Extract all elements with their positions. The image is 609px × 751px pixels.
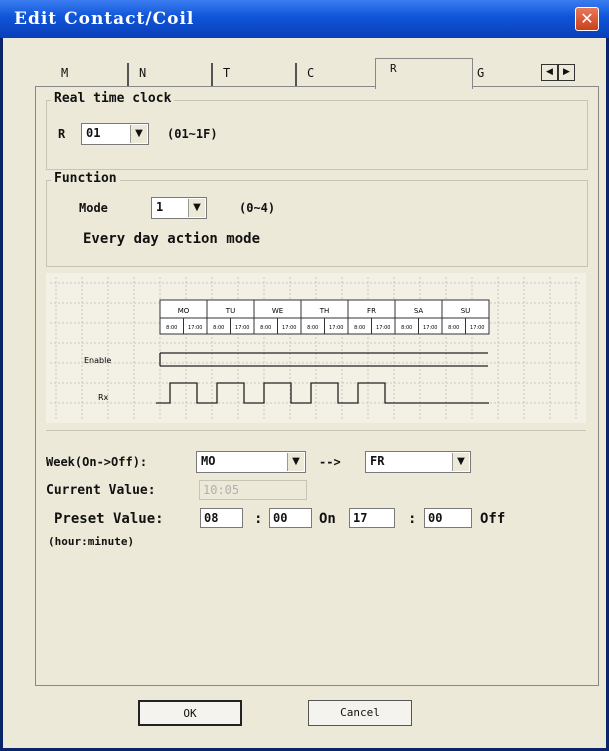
- chevron-down-icon[interactable]: ▼: [452, 453, 469, 471]
- enable-label: Enable: [84, 356, 111, 365]
- time-label: 17:00: [329, 325, 343, 331]
- function-group: Function Mode 1 ▼ (0~4) Every day action…: [46, 171, 588, 267]
- mode-description: Every day action mode: [83, 231, 261, 247]
- preset-on-label: On: [319, 511, 336, 527]
- function-group-label: Function: [51, 171, 120, 186]
- time-label: 8:00: [354, 325, 365, 331]
- time-label: 17:00: [376, 325, 390, 331]
- current-value-label: Current Value:: [46, 483, 156, 498]
- diagram-grid: [50, 277, 582, 419]
- week-from-select[interactable]: MO ▼: [196, 451, 306, 473]
- week-label: Week(On->Off):: [46, 455, 148, 469]
- day-header: MO 8:00 17:00 TU 8:00 17:00 WE 8:00 17:00 TH 8:00 1…: [159, 299, 490, 335]
- week-arrow: -->: [319, 455, 341, 469]
- time-label: 8:00: [307, 325, 318, 331]
- tab-t[interactable]: T: [211, 63, 299, 86]
- time-label: 17:00: [282, 325, 296, 331]
- tab-scroll-right-icon[interactable]: ▶: [558, 64, 575, 81]
- preset-off-colon: :: [408, 511, 417, 527]
- dialog-client: M N T C R G ◀ ▶ Real time clock R 01 ▼ (…: [3, 38, 606, 748]
- time-label: 8:00: [448, 325, 459, 331]
- time-label: 8:00: [401, 325, 412, 331]
- mode-select[interactable]: 1 ▼: [151, 197, 207, 219]
- tab-r[interactable]: R: [375, 58, 473, 89]
- tab-strip: M N T C R G ◀ ▶: [51, 58, 591, 89]
- timing-diagram: MO 8:00 17:00 TU 8:00 17:00 WE 8:00 17:00 TH 8:00 1…: [46, 273, 586, 423]
- chevron-down-icon[interactable]: ▼: [130, 125, 147, 143]
- output-label: Rx: [98, 393, 109, 402]
- preset-on-minute-input[interactable]: 00: [269, 508, 312, 528]
- time-label: 17:00: [188, 325, 202, 331]
- time-label: 17:00: [235, 325, 249, 331]
- day-label: SU: [461, 307, 471, 315]
- preset-hint: (hour:minute): [48, 535, 135, 548]
- preset-on-hour-input[interactable]: 08: [200, 508, 243, 528]
- window-title: Edit Contact/Coil: [14, 9, 195, 29]
- rtc-range: (01~1F): [167, 127, 218, 141]
- preset-off-hour-input[interactable]: 17: [349, 508, 395, 528]
- rtc-number-select[interactable]: 01 ▼: [81, 123, 149, 145]
- ok-button[interactable]: OK: [138, 700, 242, 726]
- mode-label: Mode: [79, 201, 108, 215]
- preset-off-label: Off: [480, 511, 506, 527]
- rtc-group-label: Real time clock: [51, 91, 175, 106]
- preset-on-colon: :: [254, 511, 263, 527]
- rtc-number-value: 01: [86, 126, 101, 140]
- time-label: 17:00: [470, 325, 484, 331]
- tab-m[interactable]: M: [51, 63, 133, 86]
- day-label: TU: [225, 307, 235, 315]
- chevron-down-icon[interactable]: ▼: [188, 199, 205, 217]
- chevron-down-icon[interactable]: ▼: [287, 453, 304, 471]
- tab-g[interactable]: G: [465, 63, 529, 86]
- title-bar[interactable]: Edit Contact/Coil ✕: [0, 0, 609, 38]
- day-label: FR: [367, 307, 376, 315]
- close-button[interactable]: ✕: [575, 7, 599, 31]
- day-label: SA: [414, 307, 424, 315]
- tab-panel-r: Real time clock R 01 ▼ (01~1F) Function …: [35, 86, 599, 686]
- week-from-value: MO: [201, 454, 216, 468]
- mode-range: (0~4): [239, 201, 276, 215]
- time-label: 8:00: [166, 325, 177, 331]
- output-signal-wave: [156, 382, 489, 404]
- current-value-field: 10:05: [199, 480, 307, 500]
- time-label: 8:00: [260, 325, 271, 331]
- preset-off-minute-input[interactable]: 00: [424, 508, 472, 528]
- preset-value-label: Preset Value:: [54, 511, 164, 527]
- week-to-value: FR: [370, 454, 385, 468]
- day-label: WE: [272, 307, 283, 315]
- settings-divider: [46, 430, 586, 431]
- tab-n[interactable]: N: [127, 63, 215, 86]
- mode-value: 1: [156, 200, 164, 214]
- time-label: 17:00: [423, 325, 437, 331]
- tab-scroll-left-icon[interactable]: ◀: [541, 64, 558, 81]
- week-to-select[interactable]: FR ▼: [365, 451, 471, 473]
- time-label: 8:00: [213, 325, 224, 331]
- day-label: MO: [178, 307, 190, 315]
- rtc-group: Real time clock R 01 ▼ (01~1F): [46, 91, 588, 170]
- tab-c[interactable]: C: [295, 63, 383, 86]
- close-icon: ✕: [580, 9, 594, 28]
- cancel-button[interactable]: Cancel: [308, 700, 412, 726]
- edit-contact-coil-dialog: Edit Contact/Coil ✕ M N T C R G ◀ ▶ Real…: [0, 0, 609, 751]
- day-label: TH: [319, 307, 330, 315]
- rtc-prefix: R: [58, 127, 66, 141]
